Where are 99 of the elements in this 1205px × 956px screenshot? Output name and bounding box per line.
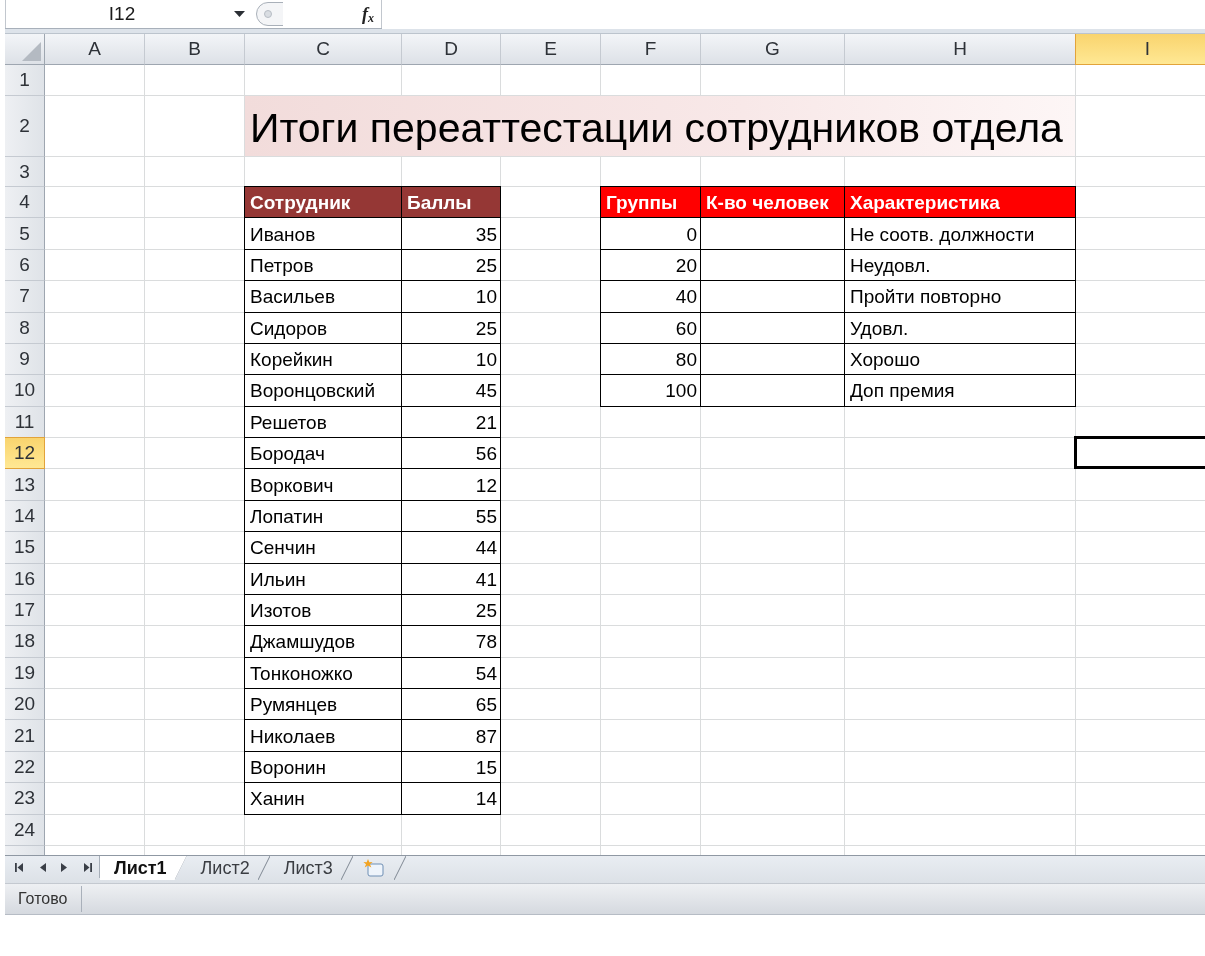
table-cell: 45 [402,375,501,407]
table-cell: 14 [402,783,501,815]
column-header[interactable]: B [145,34,245,65]
insert-function-button[interactable]: f$_{x}$ [360,2,376,26]
table-cell: 25 [402,594,501,627]
table-cell: Воронцовский [244,375,402,407]
table-cell: 12 [402,469,501,501]
column-header[interactable]: A [45,34,145,65]
table-cell: 25 [402,249,501,282]
table-cell: 44 [402,532,501,564]
column-header[interactable]: I [1075,34,1205,65]
table-cell: Доп премия [845,375,1076,407]
column-header[interactable]: G [701,34,845,65]
column-header[interactable]: D [402,34,501,65]
row-header[interactable]: 6 [5,249,45,282]
last-arrow-icon[interactable] [84,862,92,872]
table-cell: Сидоров [244,312,402,344]
table-cell: Воронин [244,751,402,784]
row-header[interactable]: 10 [5,375,45,407]
table-cell: 56 [402,438,501,470]
table-cell: 10 [402,343,501,376]
row-header[interactable]: 1 [5,65,45,96]
table-cell: 21 [402,406,501,438]
table-cell: 41 [402,563,501,595]
row-header[interactable]: 14 [5,500,45,533]
table-cell: Сенчин [244,532,402,564]
row-header[interactable]: 4 [5,187,45,219]
row-header[interactable]: 19 [5,657,45,689]
caret-icon[interactable] [234,11,245,17]
table-cell: 10 [402,281,501,313]
row-header[interactable]: 13 [5,469,45,501]
table-cell: Васильев [244,281,402,313]
row-header[interactable]: 24 [5,814,45,846]
table-cell: 54 [402,657,501,689]
table-header-cell: Характеристика [845,186,1076,219]
table-cell: Джамшудов [244,626,402,658]
table-cell: 25 [402,312,501,344]
right-arrow-icon[interactable] [61,862,69,872]
table-cell: 35 [402,218,501,250]
table-cell: 55 [402,500,501,533]
table-cell: Бородач [244,438,402,470]
table-cell: Николаев [244,720,402,752]
table-cell: Удовл. [845,312,1076,344]
column-header[interactable]: H [845,34,1076,65]
row-header[interactable]: 18 [5,626,45,658]
table-cell: Корейкин [244,343,402,376]
table-cell: Ильин [244,563,402,595]
table-cell: Не соотв. должности [845,218,1076,250]
table-cell: Решетов [244,406,402,438]
table-cell: 65 [402,689,501,721]
table-cell: Пройти повторно [845,281,1076,313]
sheet-tab[interactable]: Лист1 [100,856,187,880]
table-cell: 0 [600,218,701,250]
table-cell: Иванов [244,218,402,250]
row-header[interactable]: 2 [5,96,45,157]
table-cell: 78 [402,626,501,658]
row-header[interactable]: 3 [5,157,45,187]
new-sheet-icon [362,859,384,877]
table-cell: Румянцев [244,689,402,721]
row-header[interactable]: 20 [5,689,45,721]
left-arrow-icon[interactable] [38,862,46,872]
table-cell: 80 [600,343,701,376]
table-cell: Изотов [244,594,402,627]
first-arrow-icon[interactable] [15,862,23,872]
row-header[interactable]: 23 [5,783,45,815]
table-cell: Неудовл. [845,249,1076,282]
table-cell: 60 [600,312,701,344]
table-header-cell: Группы [600,186,701,219]
row-header[interactable]: 17 [5,594,45,627]
table-cell: Воркович [244,469,402,501]
splitter-handle[interactable] [256,2,283,26]
row-header[interactable]: 15 [5,532,45,564]
column-header[interactable]: E [501,34,601,65]
row-header[interactable]: 16 [5,563,45,595]
table-cell: Петров [244,249,402,282]
table-cell: Тонконожко [244,657,402,689]
column-header[interactable]: C [245,34,402,65]
row-header[interactable]: 12 [5,437,45,470]
table-cell: 87 [402,720,501,752]
column-header[interactable]: F [601,34,701,65]
table-header-cell: Сотрудник [244,186,402,219]
row-header[interactable]: 9 [5,343,45,376]
row-header[interactable]: 7 [5,281,45,313]
table-cell: Ханин [244,783,402,815]
row-header[interactable]: 5 [5,218,45,250]
row-header[interactable]: 11 [5,406,45,438]
row-header[interactable]: 21 [5,720,45,752]
table-cell: 15 [402,751,501,784]
row-header[interactable]: 8 [5,312,45,344]
sheet-title: Итоги переаттестации сотрудников отдела [245,96,1076,157]
table-cell: Лопатин [244,500,402,533]
table-cell: 40 [600,281,701,313]
table-cell: 100 [600,375,701,407]
table-header-cell: Баллы [402,186,501,219]
row-header[interactable]: 22 [5,751,45,784]
table-cell: Хорошо [845,343,1076,376]
status-text: Готово [17,890,69,908]
table-header-cell: К-во человек [701,186,845,219]
table-cell: 20 [600,249,701,282]
